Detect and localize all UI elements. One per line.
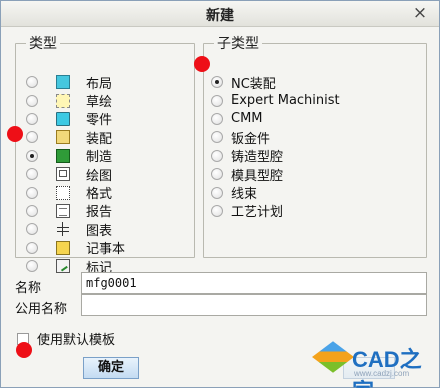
type-option-label: 布局	[86, 76, 113, 92]
markup-icon	[56, 259, 70, 274]
common-name-label: 公用名称	[15, 302, 68, 317]
radio-button[interactable]	[211, 131, 223, 144]
radio-button[interactable]	[26, 241, 38, 254]
default-template-label: 使用默认模板	[37, 333, 116, 348]
logo-cube-icon	[312, 341, 354, 373]
subtype-group: 子类型 NC装配 Expert Machinist CMM 钣金件 铸造型腔 模…	[203, 33, 427, 258]
diagram-icon	[56, 222, 70, 237]
subtype-option-label: 模具型腔	[231, 168, 284, 184]
type-option-label: 格式	[86, 187, 113, 203]
annotation-marker	[7, 126, 23, 142]
format-icon	[56, 185, 70, 200]
assembly-icon	[56, 130, 70, 145]
radio-button-selected[interactable]	[26, 149, 38, 162]
type-option-label: 绘图	[86, 168, 113, 184]
type-option-assembly[interactable]: 装配	[16, 128, 194, 147]
type-group-legend: 类型	[29, 36, 57, 52]
subtype-option-label: 铸造型腔	[231, 150, 284, 166]
radio-button[interactable]	[26, 186, 38, 199]
subtype-option-expert-machinist[interactable]: Expert Machinist	[204, 91, 426, 109]
sketch-icon	[56, 93, 70, 108]
radio-button[interactable]	[211, 112, 223, 125]
watermark-brand: CAD之家	[352, 347, 422, 388]
dialog-title: 新建	[206, 8, 234, 24]
radio-button[interactable]	[26, 204, 38, 217]
type-option-drawing[interactable]: 绘图	[16, 165, 194, 184]
radio-button[interactable]	[26, 112, 38, 125]
watermark-url: www.cadzj.com	[354, 369, 410, 378]
type-option-label: 记事本	[86, 242, 126, 258]
title-bar[interactable]: 新建 ×	[1, 1, 439, 27]
subtype-option-label: Expert Machinist	[231, 93, 340, 109]
subtype-option-label: 钣金件	[231, 131, 271, 147]
subtype-option-cmm[interactable]: CMM	[204, 110, 426, 128]
type-option-label: 装配	[86, 131, 113, 147]
notebook-icon	[56, 240, 70, 255]
subtype-option-process-plan[interactable]: 工艺计划	[204, 202, 426, 220]
subtype-option-cast-cavity[interactable]: 铸造型腔	[204, 147, 426, 165]
subtype-option-nc-assembly[interactable]: NC装配	[204, 73, 426, 92]
radio-button[interactable]	[26, 223, 38, 236]
use-default-template-option[interactable]: 使用默认模板	[17, 329, 115, 348]
manufacturing-icon	[56, 148, 70, 163]
new-file-dialog: 新建 × 类型 布局 草绘 零件 装配 制造 绘图 格式 报告 图表 记事本 标…	[0, 0, 440, 388]
part-icon	[56, 111, 70, 126]
radio-button[interactable]	[211, 168, 223, 181]
type-option-manufacturing[interactable]: 制造	[16, 147, 194, 165]
radio-button[interactable]	[211, 186, 223, 199]
subtype-option-mold-cavity[interactable]: 模具型腔	[204, 165, 426, 184]
type-option-sketch[interactable]: 草绘	[16, 91, 194, 111]
subtype-option-harness[interactable]: 线束	[204, 183, 426, 203]
type-group: 类型 布局 草绘 零件 装配 制造 绘图 格式 报告 图表 记事本 标记	[15, 33, 195, 276]
type-option-label: 制造	[86, 150, 113, 166]
subtype-option-sheetmetal[interactable]: 钣金件	[204, 128, 426, 147]
type-option-label: 草绘	[86, 95, 113, 111]
type-option-format[interactable]: 格式	[16, 183, 194, 203]
type-option-report[interactable]: 报告	[16, 202, 194, 220]
layout-icon	[56, 75, 70, 90]
radio-button-selected[interactable]	[211, 76, 223, 89]
type-option-label: 报告	[86, 205, 113, 221]
radio-button[interactable]	[211, 149, 223, 162]
annotation-marker	[16, 342, 32, 358]
radio-button[interactable]	[211, 204, 223, 217]
subtype-option-label: NC装配	[231, 76, 276, 92]
type-option-diagram[interactable]: 图表	[16, 220, 194, 239]
type-option-notebook[interactable]: 记事本	[16, 239, 194, 257]
radio-button[interactable]	[26, 168, 38, 181]
type-option-label: 零件	[86, 113, 113, 129]
subtype-option-label: 线束	[231, 187, 258, 203]
name-label: 名称	[15, 281, 42, 296]
radio-button[interactable]	[26, 94, 38, 107]
common-name-input[interactable]	[81, 294, 427, 316]
watermark-logo: CAD之家 www.cadzj.com	[312, 338, 438, 388]
subtype-option-label: CMM	[231, 111, 263, 127]
subtype-list: NC装配 Expert Machinist CMM 钣金件 铸造型腔 模具型腔	[204, 73, 426, 220]
type-list: 布局 草绘 零件 装配 制造 绘图 格式 报告 图表 记事本 标记	[16, 73, 194, 276]
type-option-layout[interactable]: 布局	[16, 73, 194, 92]
type-option-label: 图表	[86, 223, 113, 239]
subtype-group-legend: 子类型	[217, 36, 259, 52]
radio-button[interactable]	[211, 94, 223, 107]
radio-button[interactable]	[26, 76, 38, 89]
type-option-part[interactable]: 零件	[16, 110, 194, 128]
radio-button[interactable]	[26, 260, 38, 273]
drawing-icon	[56, 167, 70, 182]
close-icon[interactable]: ×	[411, 4, 429, 22]
radio-button[interactable]	[26, 131, 38, 144]
report-icon	[56, 203, 70, 218]
name-input[interactable]	[81, 272, 427, 294]
subtype-option-label: 工艺计划	[231, 205, 284, 221]
annotation-marker	[194, 56, 210, 72]
ok-button[interactable]: 确定	[83, 357, 139, 379]
